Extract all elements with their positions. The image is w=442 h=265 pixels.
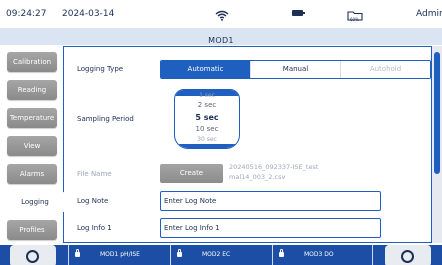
channel-label: MOD2 EC xyxy=(202,251,231,258)
storage-folder-icon[interactable]: 60% xyxy=(347,6,363,22)
channel-mod1[interactable]: MOD1 pH/ISE xyxy=(75,245,140,265)
channel-label: MOD1 pH/ISE xyxy=(100,251,140,258)
tab-temperature[interactable]: Temperature xyxy=(7,108,57,128)
logging-type-autohold: Autohold xyxy=(340,61,430,78)
battery-icon xyxy=(292,10,305,16)
search-icon xyxy=(26,250,39,263)
log-note-label: Log Note xyxy=(77,197,109,205)
file-name-line-2: mal14_003_2.csv xyxy=(229,173,286,181)
scrollbar-thumb[interactable] xyxy=(434,52,440,174)
log-note-input[interactable]: Enter Log Note xyxy=(160,191,381,211)
log-info-1-label: Log Info 1 xyxy=(77,224,112,232)
file-name-line-1: 20240516_092337-ISE_test xyxy=(229,163,319,171)
storage-percent: 60% xyxy=(350,17,359,22)
channel-divider xyxy=(170,245,171,265)
logging-type-label: Logging Type xyxy=(77,65,124,73)
tab-profiles[interactable]: Profiles xyxy=(7,220,57,240)
search-icon xyxy=(401,250,414,263)
channel-mod2[interactable]: MOD2 EC xyxy=(177,245,230,265)
picker-option[interactable]: 30 sec xyxy=(175,136,239,143)
channel-label: MOD3 DO xyxy=(304,251,334,258)
settings-tabs: Calibration Reading Temperature View Ala… xyxy=(0,45,66,243)
sampling-period-label: Sampling Period xyxy=(77,115,134,123)
tab-logging[interactable]: Logging xyxy=(4,192,66,212)
scrollbar[interactable] xyxy=(432,46,442,243)
channel-mod3[interactable]: MOD3 DO xyxy=(279,245,334,265)
logging-type-manual[interactable]: Manual xyxy=(250,61,340,78)
picker-option[interactable]: 10 sec xyxy=(175,125,239,133)
file-name-value: 20240516_092337-ISE_test mal14_003_2.csv xyxy=(229,162,399,182)
sampling-period-picker[interactable]: 1 sec 2 sec 5 sec 10 sec 30 sec xyxy=(174,89,240,149)
clock: 09:24:27 xyxy=(6,9,47,19)
page-title: MOD1 xyxy=(208,36,234,45)
logging-panel: Logging Type Automatic Manual Autohold S… xyxy=(63,46,432,243)
channel-divider xyxy=(68,245,69,265)
tab-alarms[interactable]: Alarms xyxy=(7,164,57,184)
lock-icon xyxy=(279,249,284,257)
channel-divider xyxy=(372,245,373,265)
picker-bottom-edge xyxy=(175,144,239,148)
date: 2024-03-14 xyxy=(62,9,115,19)
picker-option[interactable]: 2 sec xyxy=(175,101,239,109)
user-name[interactable]: Admin xyxy=(416,9,442,19)
picker-option[interactable]: 1 sec xyxy=(175,92,239,99)
panel-top-border xyxy=(63,46,432,47)
right-search-button[interactable] xyxy=(385,245,431,265)
wifi-icon xyxy=(215,6,229,25)
status-bar: 09:24:27 2024-03-14 60% Admin xyxy=(0,0,442,27)
title-bar: MOD1 xyxy=(0,28,442,45)
tab-calibration[interactable]: Calibration xyxy=(7,52,57,72)
picker-selected-option[interactable]: 5 sec xyxy=(175,113,239,122)
channel-divider xyxy=(272,245,273,265)
create-file-button[interactable]: Create xyxy=(160,164,223,183)
tab-view[interactable]: View xyxy=(7,136,57,156)
file-name-label: File Name xyxy=(77,170,112,178)
logging-type-selector: Automatic Manual Autohold xyxy=(160,60,431,79)
logging-type-automatic[interactable]: Automatic xyxy=(161,61,250,78)
lock-icon xyxy=(177,249,182,257)
log-info-1-input[interactable]: Enter Log Info 1 xyxy=(160,218,381,238)
tab-reading[interactable]: Reading xyxy=(7,80,57,100)
left-search-button[interactable] xyxy=(10,245,56,265)
lock-icon xyxy=(75,249,80,257)
